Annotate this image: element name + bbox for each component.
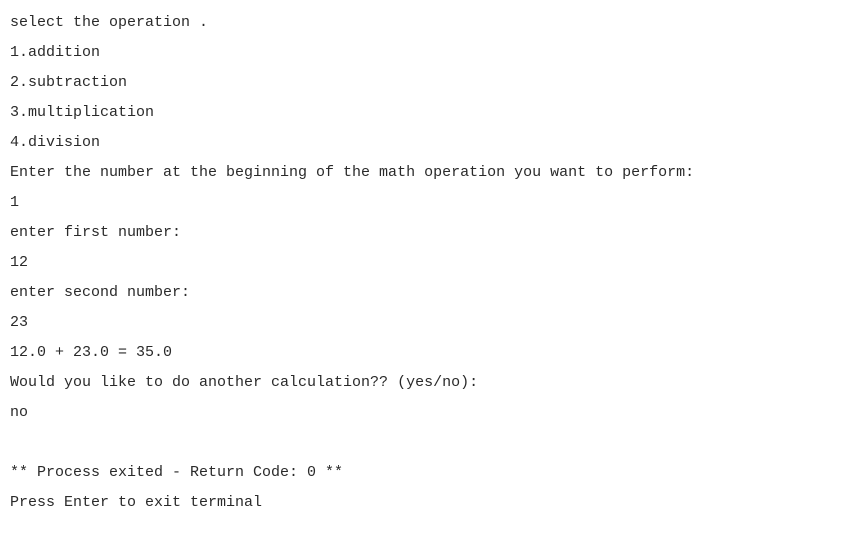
prompt-line: enter second number: — [10, 278, 835, 308]
exit-status-line: ** Process exited - Return Code: 0 ** — [10, 458, 835, 488]
output-line: 2.subtraction — [10, 68, 835, 98]
input-line: 1 — [10, 188, 835, 218]
terminal-output[interactable]: select the operation . 1.addition 2.subt… — [10, 8, 835, 518]
prompt-line: enter first number: — [10, 218, 835, 248]
input-line: 23 — [10, 308, 835, 338]
prompt-line: Enter the number at the beginning of the… — [10, 158, 835, 188]
output-line: 1.addition — [10, 38, 835, 68]
blank-line — [10, 428, 835, 443]
output-line: 3.multiplication — [10, 98, 835, 128]
input-line: 12 — [10, 248, 835, 278]
result-line: 12.0 + 23.0 = 35.0 — [10, 338, 835, 368]
output-line: select the operation . — [10, 8, 835, 38]
exit-prompt-line: Press Enter to exit terminal — [10, 488, 835, 518]
output-line: 4.division — [10, 128, 835, 158]
prompt-line: Would you like to do another calculation… — [10, 368, 835, 398]
blank-line — [10, 443, 835, 458]
input-line: no — [10, 398, 835, 428]
